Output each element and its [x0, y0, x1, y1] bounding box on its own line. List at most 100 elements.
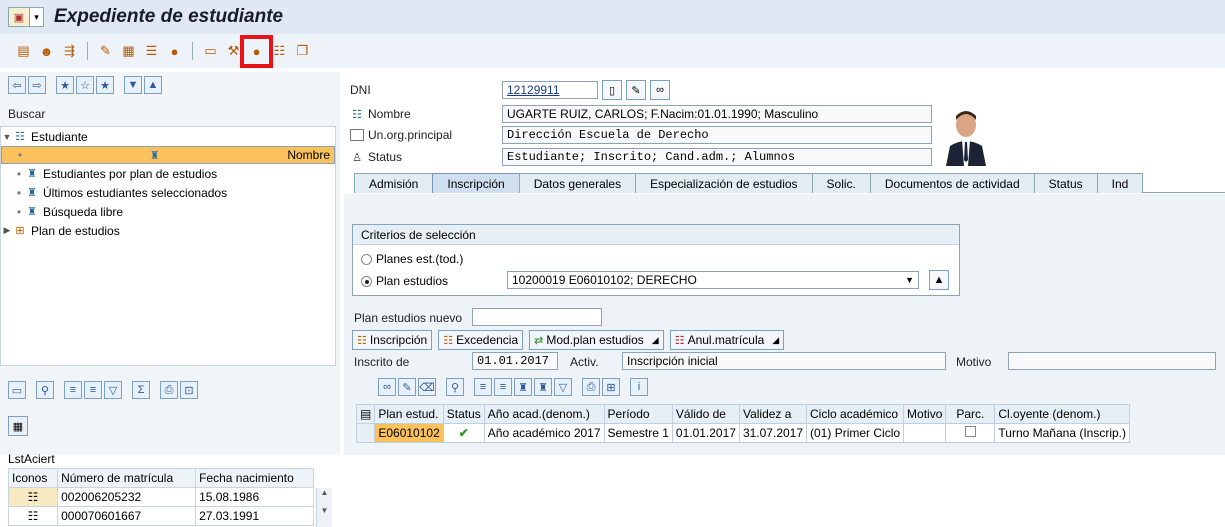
collapsed-icon[interactable]: ▶: [1, 225, 13, 236]
plan-cell[interactable]: E06010102: [374, 423, 444, 443]
column-header[interactable]: Fecha nacimiento: [195, 468, 314, 488]
back-icon[interactable]: ⇦: [8, 76, 26, 94]
column-header[interactable]: Parc.: [945, 404, 996, 424]
sort-desc-icon[interactable]: ≡: [494, 378, 512, 396]
favorite-add-icon[interactable]: ★: [56, 76, 74, 94]
select-all-icon[interactable]: ▤: [355, 404, 376, 424]
glasses-icon[interactable]: ∞: [650, 80, 670, 100]
tab-admision[interactable]: Admisión: [354, 173, 434, 193]
find-icon[interactable]: ⚲: [36, 381, 54, 399]
tree-node-estudiante[interactable]: ▼ ☷ Estudiante: [1, 127, 335, 146]
coin-icon[interactable]: ●: [165, 42, 184, 61]
tab-status[interactable]: Status: [1033, 173, 1098, 193]
sum-icon[interactable]: Σ: [132, 381, 150, 399]
tab-especializacion[interactable]: Especialización de estudios: [635, 173, 813, 193]
validez-a-cell[interactable]: 31.07.2017: [738, 423, 808, 443]
favorites-icon[interactable]: ☆: [76, 76, 94, 94]
collapse-icon[interactable]: ▲: [144, 76, 162, 94]
tree-node-nombre[interactable]: • ♜ Nombre: [1, 146, 335, 164]
column-header[interactable]: Cl.oyente (denom.): [994, 404, 1130, 424]
flow-icon[interactable]: ⇶: [60, 42, 79, 61]
column-header[interactable]: Motivo: [903, 404, 947, 424]
print-icon[interactable]: ⎙: [582, 378, 600, 396]
column-header[interactable]: Iconos: [7, 468, 59, 488]
column-header[interactable]: Validez a: [738, 404, 808, 424]
anio-cell[interactable]: Año académico 2017: [483, 423, 605, 443]
fecha-cell[interactable]: 15.08.1986: [195, 487, 314, 507]
find-next-icon[interactable]: ♜: [534, 378, 552, 396]
column-header[interactable]: Válido de: [671, 404, 740, 424]
tree-node-por-plan[interactable]: • ♜ Estudiantes por plan de estudios: [1, 164, 335, 183]
dropdown-icon[interactable]: ▾: [30, 7, 44, 27]
document-icon[interactable]: ▯: [602, 80, 622, 100]
oyente-cell[interactable]: Turno Mañana (Inscrip.): [994, 423, 1130, 443]
find-icon[interactable]: ⚲: [446, 378, 464, 396]
option-plan[interactable]: Plan estudios: [361, 274, 448, 288]
form-icon[interactable]: ▤: [14, 42, 33, 61]
filter-icon[interactable]: ▽: [554, 378, 572, 396]
binoculars-icon[interactable]: ♜: [514, 378, 532, 396]
print-icon[interactable]: ⎙: [160, 381, 178, 399]
column-header[interactable]: Período: [603, 404, 673, 424]
people-icon[interactable]: ☷: [270, 42, 289, 61]
column-header[interactable]: Año acad.(denom.): [483, 404, 605, 424]
column-header[interactable]: Plan estud.: [374, 404, 444, 424]
person-search-icon[interactable]: ☻: [37, 42, 56, 61]
row-selector[interactable]: [355, 423, 376, 443]
matricula-cell[interactable]: 002006205232: [57, 487, 197, 507]
edit-arrow-icon[interactable]: ✎: [96, 42, 115, 61]
info-icon[interactable]: i: [630, 378, 648, 396]
tree-node-ultimos[interactable]: • ♜ Últimos estudiantes seleccionados: [1, 183, 335, 202]
system-menu-icon[interactable]: ▣: [8, 7, 30, 27]
tab-solic[interactable]: Solic.: [811, 173, 871, 193]
delete-icon[interactable]: ⌫: [418, 378, 436, 396]
dni-field[interactable]: 12129911: [502, 81, 598, 99]
column-header[interactable]: Status: [442, 404, 485, 424]
mountain-icon[interactable]: ▲: [929, 270, 949, 290]
forward-icon[interactable]: ⇨: [28, 76, 46, 94]
vertical-scrollbar[interactable]: ▲ ▼: [316, 488, 332, 527]
list-icon[interactable]: ☰: [142, 42, 161, 61]
mod-plan-button[interactable]: ⇄ Mod.plan estudios ◢: [529, 330, 664, 350]
edit-icon[interactable]: ✎: [626, 80, 646, 100]
details-icon[interactable]: ▭: [8, 381, 26, 399]
radio-plan[interactable]: [361, 275, 372, 287]
dropdown-icon[interactable]: ◢: [772, 335, 779, 346]
dropdown-icon[interactable]: ◢: [652, 335, 659, 346]
option-all-plans[interactable]: Planes est.(tod.): [361, 252, 463, 266]
wand-icon[interactable]: ⚒: [224, 42, 243, 61]
fecha-cell[interactable]: 27.03.1991: [195, 506, 314, 526]
sort-desc-icon[interactable]: ≡: [84, 381, 102, 399]
plan-select[interactable]: 10200019 E06010102; DERECHO ▼: [507, 271, 919, 289]
tab-ind[interactable]: Ind: [1096, 173, 1144, 193]
glasses-icon[interactable]: ∞: [378, 378, 396, 396]
excedencia-button[interactable]: ☷ Excedencia: [438, 330, 524, 350]
column-header[interactable]: Ciclo académico: [806, 404, 905, 424]
ciclo-cell[interactable]: (01) Primer Ciclo: [806, 423, 905, 443]
table-row[interactable]: ☷ 002006205232 15.08.1986: [7, 487, 314, 507]
column-header[interactable]: Número de matrícula: [57, 468, 197, 488]
motivo-cell[interactable]: [903, 423, 947, 443]
tab-inscripcion[interactable]: Inscripción: [432, 173, 520, 193]
tab-documentos[interactable]: Documentos de actividad: [869, 173, 1035, 193]
chevron-down-icon[interactable]: ▼: [905, 275, 914, 285]
tree-node-busqueda-libre[interactable]: • ♜ Búsqueda libre: [1, 202, 335, 221]
export-icon[interactable]: ⊡: [180, 381, 198, 399]
parc-checkbox[interactable]: [964, 426, 976, 437]
table-row[interactable]: E06010102 ✔ Año académico 2017 Semestre …: [355, 423, 1130, 443]
edit-icon[interactable]: ✎: [398, 378, 416, 396]
tree-node-plan-estudios[interactable]: ▶ ⊞ Plan de estudios: [1, 221, 335, 240]
anul-matricula-button[interactable]: ☷ Anul.matrícula ◢: [669, 330, 785, 350]
expanded-icon[interactable]: ▼: [1, 132, 13, 142]
chart-icon[interactable]: ▦: [119, 42, 138, 61]
favorite-edit-icon[interactable]: ★: [96, 76, 114, 94]
sort-asc-icon[interactable]: ≡: [64, 381, 82, 399]
filter-icon[interactable]: ▽: [104, 381, 122, 399]
folder-open-icon[interactable]: ▭: [201, 42, 220, 61]
calculator-icon[interactable]: ▦: [8, 416, 28, 436]
inscripcion-button[interactable]: ☷ Inscripción: [352, 330, 433, 350]
expand-icon[interactable]: ▼: [124, 76, 142, 94]
copy-icon[interactable]: ❐: [293, 42, 312, 61]
export-icon[interactable]: ⊞: [602, 378, 620, 396]
table-row[interactable]: ☷ 000070601667 27.03.1991: [7, 506, 314, 526]
